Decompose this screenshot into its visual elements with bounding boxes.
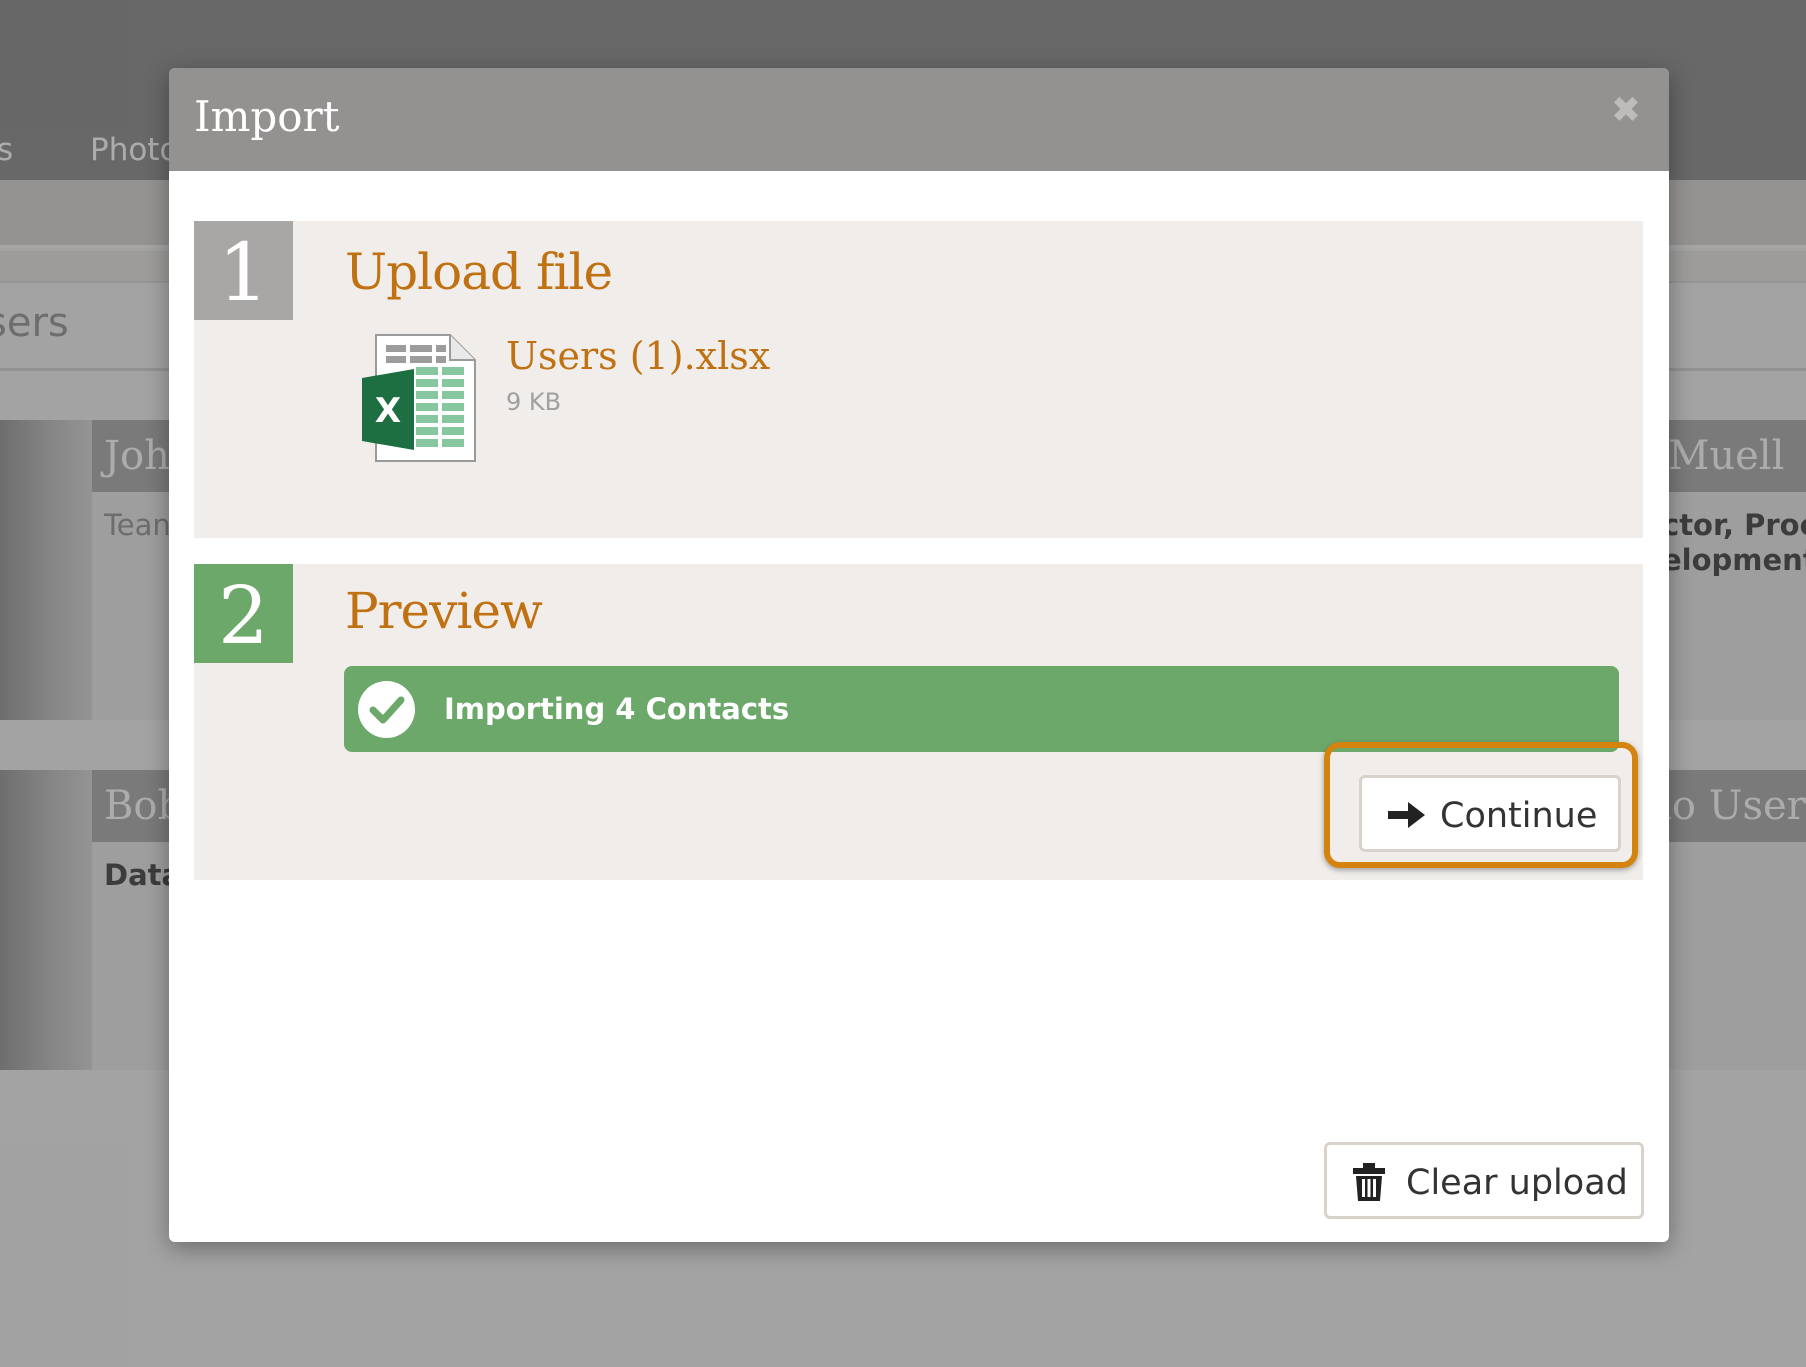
excel-file-icon: X xyxy=(362,333,477,463)
step-title: Upload file xyxy=(345,243,613,301)
continue-button[interactable]: Continue xyxy=(1359,775,1621,852)
step-number: 1 xyxy=(194,221,293,320)
step-number: 2 xyxy=(194,564,293,663)
step-upload-file: 1 Upload file X Users (1).xlsx 9 KB xyxy=(194,221,1643,538)
dialog-header: Import ✖ xyxy=(169,68,1669,171)
continue-button-label: Continue xyxy=(1440,796,1598,836)
step-preview: 2 Preview Importing 4 Contacts Continue xyxy=(194,564,1643,880)
dialog-title: Import xyxy=(194,92,340,141)
svg-text:X: X xyxy=(375,391,401,431)
arrow-right-icon xyxy=(1388,800,1426,830)
trash-icon xyxy=(1353,1163,1385,1201)
clear-upload-button[interactable]: Clear upload xyxy=(1324,1142,1644,1219)
close-icon[interactable]: ✖ xyxy=(1609,93,1643,129)
uploaded-file-size: 9 KB xyxy=(506,388,562,416)
import-dialog: Import ✖ 1 Upload file X Users (1).xlsx … xyxy=(169,68,1669,1242)
import-status-text: Importing 4 Contacts xyxy=(444,692,790,726)
uploaded-file-name[interactable]: Users (1).xlsx xyxy=(506,334,770,378)
clear-upload-button-label: Clear upload xyxy=(1406,1163,1628,1203)
check-circle-icon xyxy=(358,681,415,738)
step-title: Preview xyxy=(345,582,543,640)
import-status-alert: Importing 4 Contacts xyxy=(344,666,1619,752)
